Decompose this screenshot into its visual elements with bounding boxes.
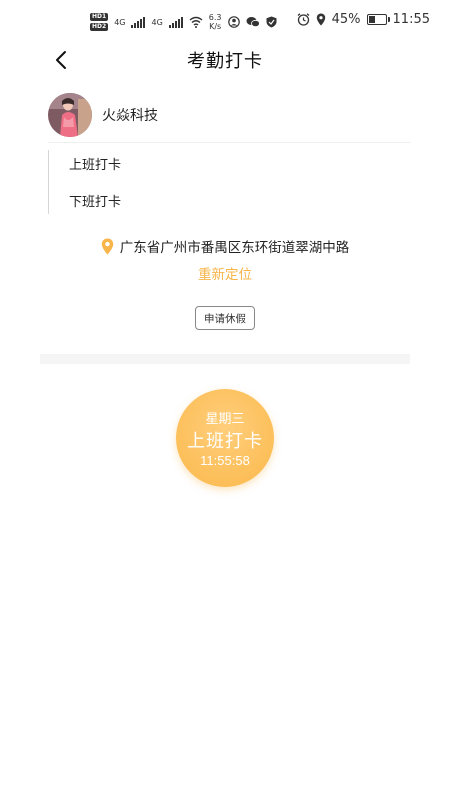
punch-in-button[interactable]: 星期三 上班打卡 11:55:58 [176,389,274,487]
punch-label: 上班打卡 [187,431,263,452]
user-circle-icon [227,16,240,28]
battery-fill [368,16,376,23]
hd2-badge: HD2 [90,23,109,31]
hd1-badge: HD1 [90,13,109,21]
punch-time: 11:55:58 [200,453,250,468]
relocate-link[interactable]: 重新定位 [0,263,450,283]
status-right: 45% 11:55 [297,12,430,27]
speed-value: 6.3 [208,13,222,22]
network-speed: 6.3 K/s [209,13,222,31]
battery-percent: 45% [331,12,361,27]
company-name: 火焱科技 [102,108,158,124]
section-divider [40,354,410,364]
signal-1-icon [131,16,146,28]
location-status-icon [316,13,325,26]
signal-2-icon [168,16,183,28]
record-checkout: 下班打卡 [69,195,122,210]
network-type-1: 4G [114,17,126,27]
hd-indicators: HD1 HD2 [90,13,109,31]
shield-icon [266,16,277,28]
page-title: 考勤打卡 [187,51,263,72]
location-pin-icon [101,238,113,254]
record-checkin: 上班打卡 [69,158,122,173]
network-type-2: 4G [151,17,163,27]
avatar [48,93,92,137]
battery-icon [366,14,390,25]
wifi-icon [189,16,203,28]
punch-weekday: 星期三 [205,412,245,427]
header: 考勤打卡 [0,40,450,80]
status-time: 11:55 [392,12,430,27]
status-left: HD1 HD2 4G 4G 6.3 K/s [90,10,277,34]
speed-unit: K/s [209,22,222,31]
status-bar: HD1 HD2 4G 4G 6.3 K/s 45% 11:55 [0,0,450,44]
wechat-icon [246,17,260,28]
alarm-icon [297,13,310,26]
location-row: 广东省广州市番禺区东环街道翠湖中路 [0,236,450,256]
company-row: 火焱科技 [48,88,410,143]
attendance-records: 上班打卡 下班打卡 [48,150,410,214]
location-address: 广东省广州市番禺区东环街道翠湖中路 [119,240,350,256]
apply-leave-button[interactable]: 申请休假 [195,306,255,330]
